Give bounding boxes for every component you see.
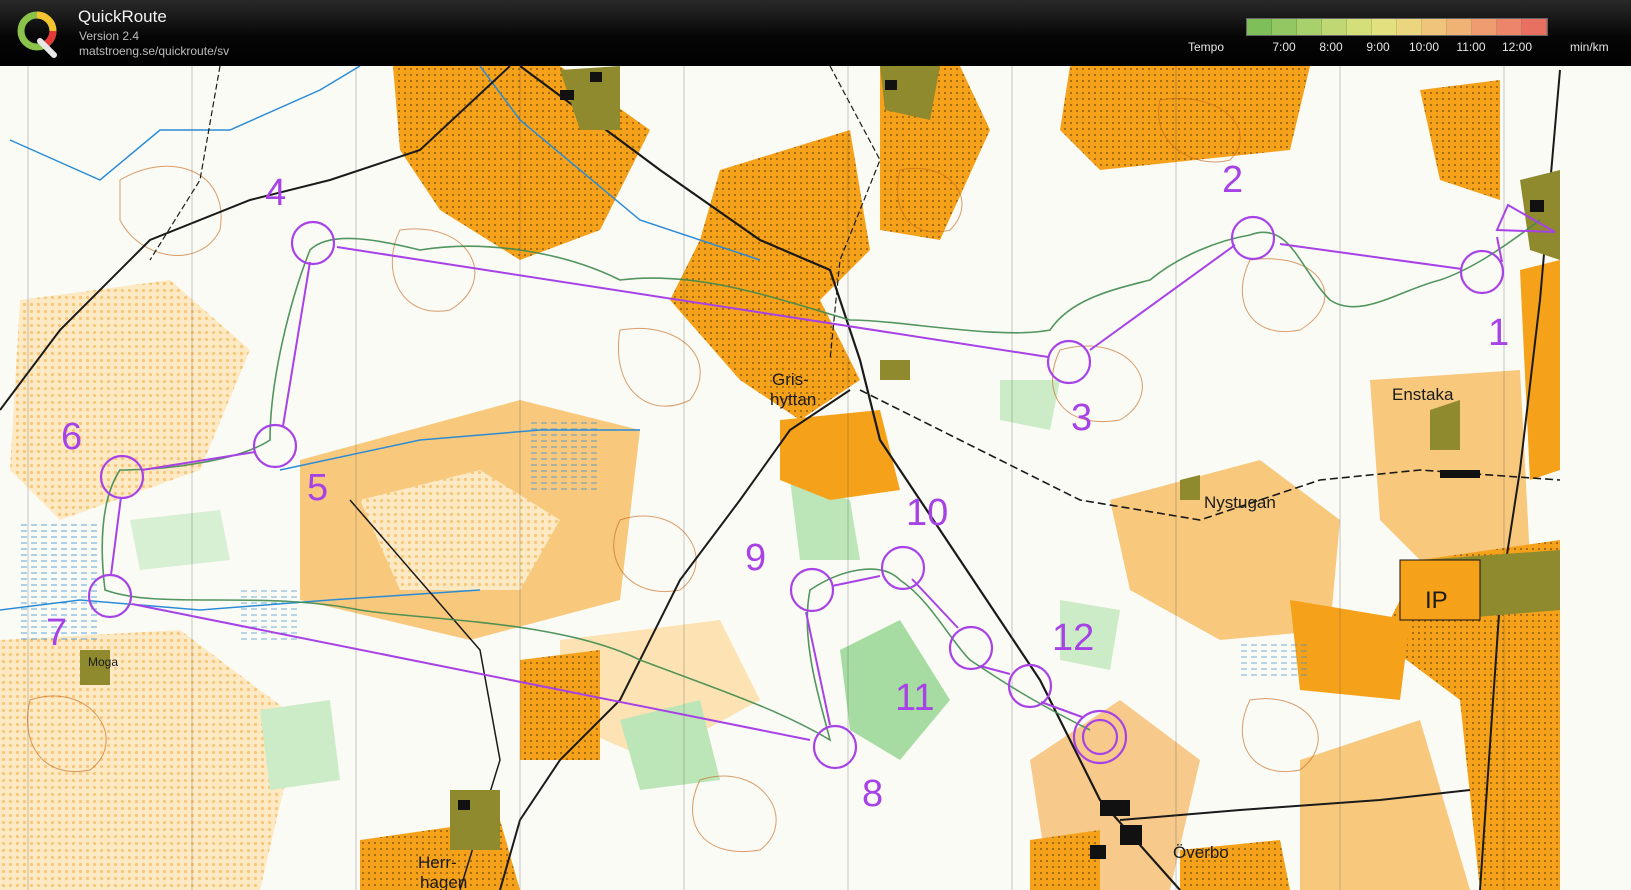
- control-number: 10: [906, 492, 948, 534]
- control-number: 9: [745, 537, 766, 579]
- control-number: 5: [307, 467, 328, 509]
- control-number: 11: [895, 677, 934, 719]
- place-name: Gris-: [772, 370, 809, 389]
- control-number: 3: [1071, 397, 1092, 439]
- tempo-tick: 11:00: [1456, 40, 1486, 54]
- quickroute-window: QuickRoute Version 2.4 matstroeng.se/qui…: [0, 0, 1631, 890]
- control-number: 7: [46, 612, 67, 654]
- tempo-scale-segment: [1247, 19, 1272, 35]
- place-name: hagen: [420, 873, 467, 890]
- app-version: Version 2.4: [79, 29, 140, 43]
- tempo-scale-segment: [1347, 19, 1372, 35]
- control-number: 8: [862, 773, 883, 815]
- tempo-scale-segment: [1322, 19, 1347, 35]
- place-name: Nystugan: [1204, 493, 1276, 512]
- tempo-label: Tempo: [1188, 40, 1225, 54]
- tempo-scale-segment: [1397, 19, 1422, 35]
- place-name: IP: [1425, 587, 1448, 614]
- place-name: hyttan: [770, 390, 816, 409]
- app-title: QuickRoute: [78, 7, 167, 26]
- tempo-tick: 10:00: [1408, 40, 1440, 54]
- tempo-color-scale: [1246, 18, 1548, 36]
- tempo-scale-segment: [1447, 19, 1472, 35]
- tempo-tick: 12:00: [1501, 40, 1533, 54]
- orienteering-map[interactable]: 1 2 3 4 5 6 7 8 9 10 11 12 Gris- hyttan …: [0, 66, 1631, 890]
- tempo-tick: 9:00: [1366, 40, 1390, 54]
- tempo-tick: 7:00: [1272, 40, 1296, 54]
- control-number: 12: [1052, 617, 1094, 659]
- control-number: 6: [61, 416, 82, 458]
- quickroute-logo: [17, 11, 57, 58]
- app-url[interactable]: matstroeng.se/quickroute/sv: [79, 44, 229, 58]
- control-number: 1: [1488, 312, 1509, 354]
- tempo-unit: min/km: [1570, 40, 1609, 54]
- tempo-scale-segment: [1497, 19, 1522, 35]
- place-name: Herr-: [418, 853, 457, 872]
- tempo-scale-segment: [1472, 19, 1497, 35]
- control-number: 4: [265, 172, 286, 214]
- tempo-scale-segment: [1372, 19, 1397, 35]
- tempo-scale-segment: [1422, 19, 1447, 35]
- place-name: Enstaka: [1392, 385, 1454, 404]
- tempo-scale-segment: [1272, 19, 1297, 35]
- place-name: Överbo: [1173, 843, 1229, 862]
- tempo-tick: 8:00: [1319, 40, 1343, 54]
- tempo-scale-segment: [1522, 19, 1547, 35]
- header-bar: QuickRoute Version 2.4 matstroeng.se/qui…: [0, 0, 1631, 66]
- place-name: Moga: [88, 655, 118, 669]
- tempo-scale-segment: [1297, 19, 1322, 35]
- control-number: 2: [1222, 159, 1243, 201]
